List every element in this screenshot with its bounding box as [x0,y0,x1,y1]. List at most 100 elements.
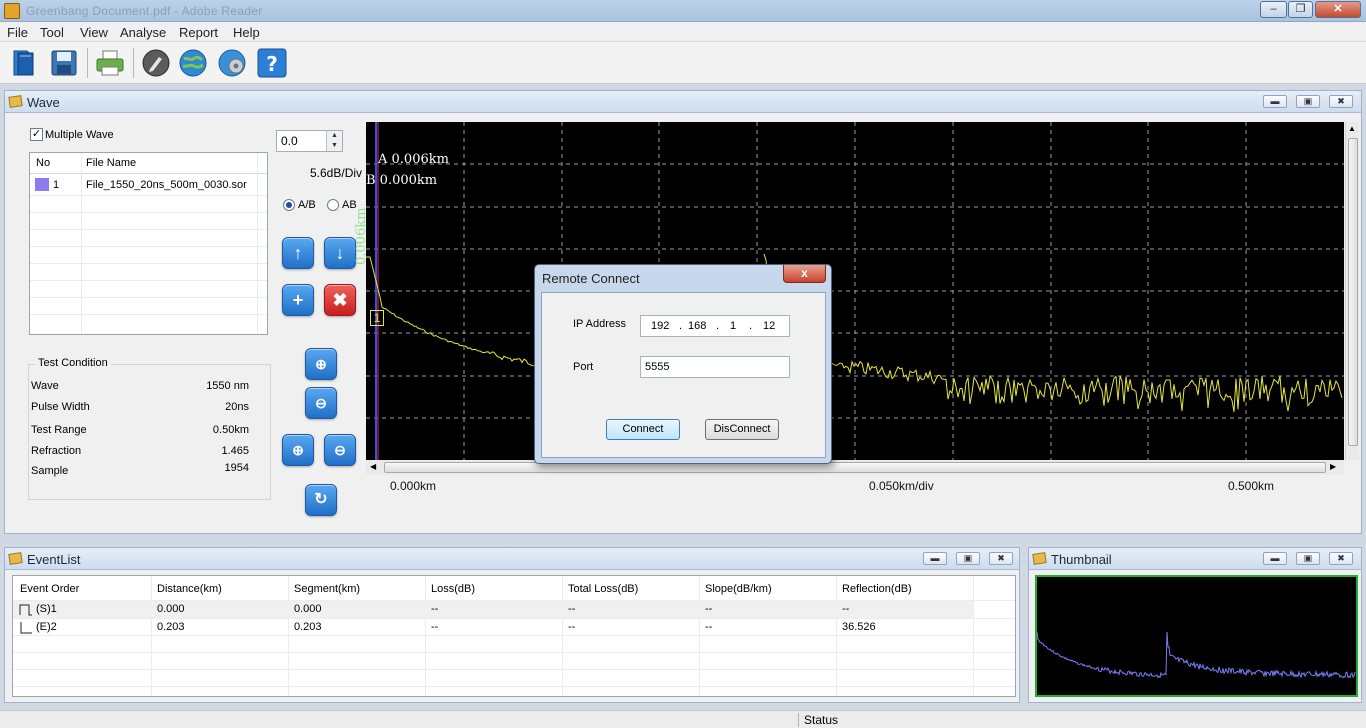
col-reflection[interactable]: Reflection(dB) [842,583,912,595]
menu-file[interactable]: File [7,25,28,40]
eventlist-restore-button[interactable]: ▣ [956,552,980,565]
save-icon[interactable] [48,47,80,79]
col-divider [425,576,426,696]
ip-octet-1[interactable]: 192 [651,320,669,332]
cursor-vertical-label: 0.006km [354,207,369,265]
wave-restore-button[interactable]: ▣ [1296,95,1320,108]
zoom-in-icon[interactable]: ⊕ [305,348,337,380]
zoom-out-vertical-icon[interactable]: ⊖ [324,434,356,466]
add-marker-button[interactable]: + [282,284,314,316]
file-row-name: File_1550_20ns_500m_0030.sor [86,179,247,191]
close-button[interactable]: ✕ [1315,1,1361,18]
col-total-loss[interactable]: Total Loss(dB) [568,583,638,595]
tc-value: 1954 [224,462,249,474]
globe-icon[interactable] [177,47,209,79]
edit-icon[interactable] [140,47,172,79]
col-distance[interactable]: Distance(km) [157,583,222,595]
eventlist-minimize-button[interactable]: ▬ [923,552,947,565]
table-row[interactable]: (S)1 0.000 0.000 -- -- -- -- [13,601,973,618]
status-divider [798,713,799,727]
menu-help[interactable]: Help [233,25,260,40]
cell-slope: -- [705,603,713,615]
restore-button[interactable]: ❐ [1288,1,1313,18]
col-loss[interactable]: Loss(dB) [431,583,475,595]
wave-close-button[interactable]: ✖ [1329,95,1353,108]
wave-minimize-button[interactable]: ▬ [1263,95,1287,108]
thumbnail-close-button[interactable]: ✖ [1329,552,1353,565]
row-divider [30,195,267,196]
mode-ab-separate-radio[interactable] [283,199,295,211]
reset-view-icon[interactable]: ↻ [305,484,337,516]
table-row[interactable]: (E)2 0.203 0.203 -- -- -- 36.526 [13,619,973,636]
col-no-header[interactable]: No [36,157,50,169]
col-event-order[interactable]: Event Order [20,583,79,595]
scroll-up-icon[interactable]: ▲ [1348,124,1356,133]
multiple-wave-checkbox[interactable]: ✓ [30,128,43,141]
thumbnail-minimize-button[interactable]: ▬ [1263,552,1287,565]
scroll-right-icon[interactable]: ▶ [1330,462,1336,471]
event-table: Event Order Distance(km) Segment(km) Los… [12,575,1016,697]
row-divider [30,246,267,247]
remote-connect-dialog: Remote Connect x IP Address 192 . 168 . … [534,264,832,464]
row-divider [30,280,267,281]
port-field[interactable]: 5555 [640,356,790,378]
zoom-in-vertical-icon[interactable]: ⊕ [282,434,314,466]
event-marker[interactable]: 1 [370,310,384,326]
cell-event-order: (S)1 [36,603,57,615]
open-file-icon[interactable] [10,47,42,79]
cell-loss: -- [431,603,439,615]
tc-label: Wave [31,380,59,392]
eventlist-close-button[interactable]: ✖ [989,552,1013,565]
menu-analyse[interactable]: Analyse [120,25,166,40]
col-file-name-header[interactable]: File Name [86,157,136,169]
ip-octet-2[interactable]: 168 [688,320,706,332]
spin-down-icon[interactable]: ▼ [326,141,342,151]
network-settings-icon[interactable] [216,47,248,79]
mode-ab-radio[interactable] [327,199,339,211]
app-icon [4,3,20,19]
ip-octet-4[interactable]: 12 [763,320,775,332]
x-axis-start: 0.000km [390,479,437,493]
scroll-left-icon[interactable]: ◀ [370,462,376,471]
minimize-button[interactable]: – [1260,1,1287,18]
connect-button[interactable]: Connect [606,419,680,440]
dialog-close-button[interactable]: x [783,265,826,283]
arrow-down-button[interactable]: ↓ [324,237,356,269]
status-text: Status [804,713,839,727]
zoom-out-icon[interactable]: ⊖ [305,387,337,419]
arrow-up-button[interactable]: ↑ [282,237,314,269]
file-table-row[interactable]: 1 File_1550_20ns_500m_0030.sor [30,176,267,194]
tc-label: Sample [31,465,69,477]
row-divider [13,686,1015,687]
disconnect-button[interactable]: DisConnect [705,419,779,440]
print-icon[interactable] [94,47,126,79]
status-bar: Status [0,710,1366,728]
tc-label: Pulse Width [31,401,90,413]
menu-tool[interactable]: Tool [40,25,64,40]
mode-ab-separate-label: A/B [298,199,316,211]
help-icon[interactable]: ? [256,47,288,79]
cell-distance: 0.000 [157,603,185,615]
otdr-trace-plot[interactable]: A 0.006km B 0.000km 0.006km 1 [354,122,1344,460]
plot-vertical-scrollbar[interactable]: ▲ [1345,122,1359,460]
scroll-thumb[interactable] [1348,138,1358,446]
menu-bar: File Tool View Analyse Report Help [0,22,1366,42]
spin-up-icon[interactable]: ▲ [326,131,342,141]
cell-segment: 0.000 [294,603,322,615]
menu-report[interactable]: Report [179,25,218,40]
otdr-trace [366,256,1343,412]
event-start-icon [19,604,32,616]
thumbnail-restore-button[interactable]: ▣ [1296,552,1320,565]
offset-spinbox[interactable]: 0.0 ▲ ▼ [276,130,343,152]
multiple-wave-label: Multiple Wave [45,129,114,141]
scroll-thumb[interactable] [384,462,1326,473]
menu-view[interactable]: View [80,25,108,40]
thumbnail-view[interactable] [1035,575,1358,697]
plot-horizontal-scrollbar[interactable]: ◀ ▶ [366,460,1344,475]
col-slope[interactable]: Slope(dB/km) [705,583,772,595]
delete-marker-button[interactable]: ✖ [324,284,356,316]
ip-octet-3[interactable]: 1 [730,320,736,332]
cell-slope: -- [705,621,713,633]
col-segment[interactable]: Segment(km) [294,583,360,595]
ip-address-field[interactable]: 192 . 168 . 1 . 12 [640,315,790,337]
